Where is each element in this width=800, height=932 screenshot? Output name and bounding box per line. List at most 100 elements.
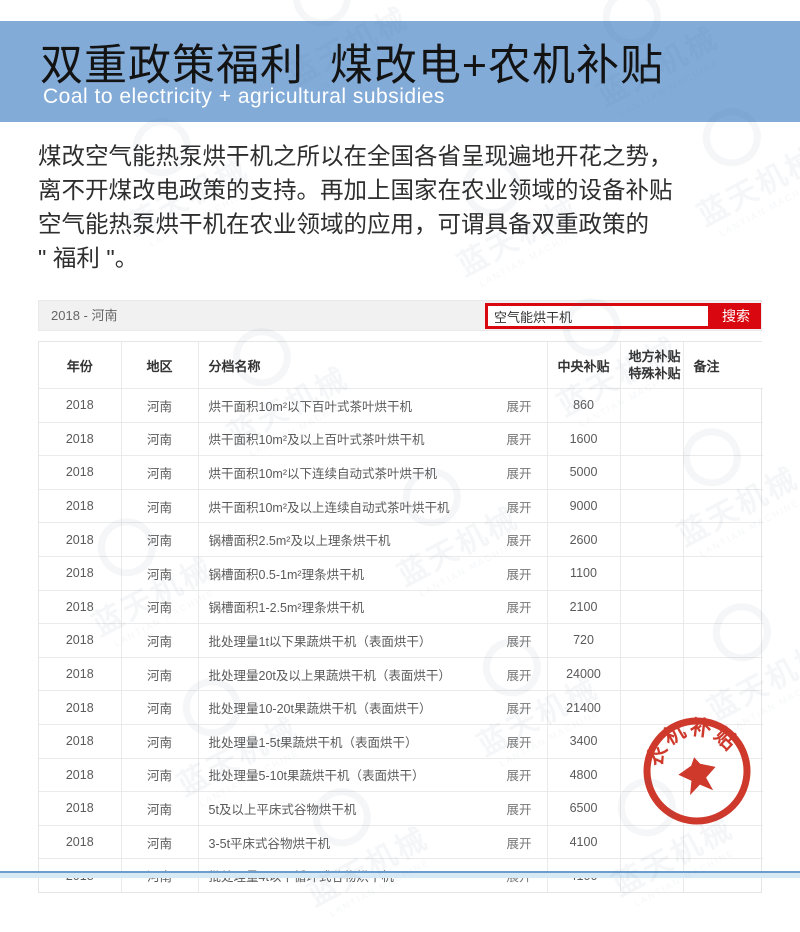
search-button[interactable]: 搜索 (711, 303, 761, 329)
local-subsidy-cell (620, 691, 683, 725)
expand-link[interactable]: 展开 (506, 597, 531, 616)
table-row: 2018 河南 烘干面积10m²以下百叶式茶叶烘干机 展开 860 (39, 389, 763, 423)
region-cell: 河南 (121, 657, 198, 691)
remark-cell (683, 422, 763, 456)
year-cell: 2018 (39, 456, 121, 490)
remark-cell (683, 691, 763, 725)
expand-link[interactable]: 展开 (506, 530, 531, 549)
col-header-region: 地区 (121, 342, 198, 389)
search-input[interactable] (485, 303, 711, 329)
intro-line: 离不开煤改电政策的支持。再加上国家在农业领域的设备补贴 (38, 173, 778, 207)
year-cell: 2018 (39, 389, 121, 423)
table-row: 2018 河南 批处理量1-5t果蔬烘干机（表面烘干） 展开 3400 (39, 724, 763, 758)
col-header-tier: 分档名称 (198, 342, 547, 389)
local-subsidy-cell (620, 825, 683, 859)
year-cell: 2018 (39, 792, 121, 826)
tier-name-cell: 烘干面积10m²以下连续自动式茶叶烘干机 展开 (198, 456, 547, 490)
remark-cell (683, 758, 763, 792)
expand-link[interactable]: 展开 (506, 698, 531, 717)
local-subsidy-cell (620, 389, 683, 423)
expand-link[interactable]: 展开 (506, 732, 531, 751)
expand-link[interactable]: 展开 (506, 396, 531, 415)
tier-name-cell: 锅槽面积1-2.5m²理条烘干机 展开 (198, 590, 547, 624)
year-cell: 2018 (39, 523, 121, 557)
search-bar: 搜索 (485, 303, 761, 329)
table-row: 2018 河南 锅槽面积0.5-1m²理条烘干机 展开 1100 (39, 556, 763, 590)
region-cell: 河南 (121, 523, 198, 557)
table-row: 2018 河南 烘干面积10m²以下连续自动式茶叶烘干机 展开 5000 (39, 456, 763, 490)
region-cell: 河南 (121, 389, 198, 423)
page-subtitle: Coal to electricity + agricultural subsi… (43, 85, 445, 109)
expand-link[interactable]: 展开 (506, 497, 531, 516)
remark-cell (683, 590, 763, 624)
tier-name-cell: 烘干面积10m²以下百叶式茶叶烘干机 展开 (198, 389, 547, 423)
region-cell: 河南 (121, 724, 198, 758)
expand-link[interactable]: 展开 (506, 429, 531, 448)
subsidy-table: 年份 地区 分档名称 中央补贴 地方补贴 特殊补贴 备注 2018 河南 烘干面… (38, 341, 762, 893)
expand-link[interactable]: 展开 (506, 463, 531, 482)
col-header-remark: 备注 (683, 342, 763, 389)
central-subsidy-cell: 4100 (547, 825, 620, 859)
expand-link[interactable]: 展开 (506, 564, 531, 583)
remark-cell (683, 792, 763, 826)
local-subsidy-cell (620, 657, 683, 691)
region-cell: 河南 (121, 758, 198, 792)
central-subsidy-cell: 6500 (547, 792, 620, 826)
tier-name-cell: 5t及以上平床式谷物烘干机 展开 (198, 792, 547, 826)
central-subsidy-cell: 24000 (547, 657, 620, 691)
year-cell: 2018 (39, 724, 121, 758)
remark-cell (683, 724, 763, 758)
table-row: 2018 河南 5t及以上平床式谷物烘干机 展开 6500 (39, 792, 763, 826)
remark-cell (683, 523, 763, 557)
tier-name-text: 锅槽面积0.5-1m²理条烘干机 (209, 564, 365, 583)
subsidy-panel: 2018 - 河南 搜索 年份 地区 分档名称 中央补贴 地方补贴 特殊补贴 (38, 300, 762, 893)
tier-name-text: 批处理量20t及以上果蔬烘干机（表面烘干） (209, 665, 451, 684)
tier-name-cell: 批处理量10-20t果蔬烘干机（表面烘干） 展开 (198, 691, 547, 725)
table-row: 2018 河南 锅槽面积2.5m²及以上理条烘干机 展开 2600 (39, 523, 763, 557)
tier-name-text: 5t及以上平床式谷物烘干机 (209, 799, 357, 818)
local-subsidy-cell (620, 422, 683, 456)
table-row: 2018 河南 批处理量10-20t果蔬烘干机（表面烘干） 展开 21400 (39, 691, 763, 725)
tier-name-text: 锅槽面积2.5m²及以上理条烘干机 (209, 530, 391, 549)
expand-link[interactable]: 展开 (506, 631, 531, 650)
table-body: 2018 河南 烘干面积10m²以下百叶式茶叶烘干机 展开 860 2018 河… (39, 389, 763, 892)
region-cell: 河南 (121, 792, 198, 826)
header-band: 双重政策福利 煤改电+农机补贴 Coal to electricity + ag… (0, 21, 800, 122)
table-row: 2018 河南 锅槽面积1-2.5m²理条烘干机 展开 2100 (39, 590, 763, 624)
intro-line: 煤改空气能热泵烘干机之所以在全国各省呈现遍地开花之势， (38, 139, 778, 173)
col-header-local-line1: 地方补贴 (629, 348, 682, 365)
central-subsidy-cell: 1100 (547, 556, 620, 590)
table-row: 2018 河南 烘干面积10m²及以上连续自动式茶叶烘干机 展开 9000 (39, 489, 763, 523)
central-subsidy-cell: 2600 (547, 523, 620, 557)
expand-link[interactable]: 展开 (506, 799, 531, 818)
table-row: 2018 河南 烘干面积10m²及以上百叶式茶叶烘干机 展开 1600 (39, 422, 763, 456)
year-cell: 2018 (39, 624, 121, 658)
tier-name-text: 批处理量5-10t果蔬烘干机（表面烘干） (209, 765, 425, 784)
remark-cell (683, 624, 763, 658)
region-cell: 河南 (121, 422, 198, 456)
tier-name-text: 烘干面积10m²以下百叶式茶叶烘干机 (209, 396, 412, 415)
tier-name-text: 批处理量10-20t果蔬烘干机（表面烘干） (209, 698, 432, 717)
local-subsidy-cell (620, 624, 683, 658)
central-subsidy-cell: 1600 (547, 422, 620, 456)
table-row: 2018 河南 3-5t平床式谷物烘干机 展开 4100 (39, 825, 763, 859)
expand-link[interactable]: 展开 (506, 665, 531, 684)
col-header-local: 地方补贴 特殊补贴 (620, 342, 683, 389)
page-title: 双重政策福利 煤改电+农机补贴 (40, 31, 664, 93)
intro-line: 空气能热泵烘干机在农业领域的应用，可谓具备双重政策的 (38, 207, 778, 241)
tier-name-text: 烘干面积10m²以下连续自动式茶叶烘干机 (209, 463, 437, 482)
tier-name-cell: 烘干面积10m²及以上连续自动式茶叶烘干机 展开 (198, 489, 547, 523)
expand-link[interactable]: 展开 (506, 765, 531, 784)
region-bar: 2018 - 河南 搜索 (38, 300, 762, 331)
region-cell: 河南 (121, 456, 198, 490)
central-subsidy-cell: 5000 (547, 456, 620, 490)
central-subsidy-cell: 2100 (547, 590, 620, 624)
year-cell: 2018 (39, 422, 121, 456)
year-cell: 2018 (39, 758, 121, 792)
tier-name-text: 3-5t平床式谷物烘干机 (209, 833, 331, 852)
year-cell: 2018 (39, 556, 121, 590)
year-cell: 2018 (39, 590, 121, 624)
local-subsidy-cell (620, 456, 683, 490)
expand-link[interactable]: 展开 (506, 833, 531, 852)
region-cell: 河南 (121, 489, 198, 523)
